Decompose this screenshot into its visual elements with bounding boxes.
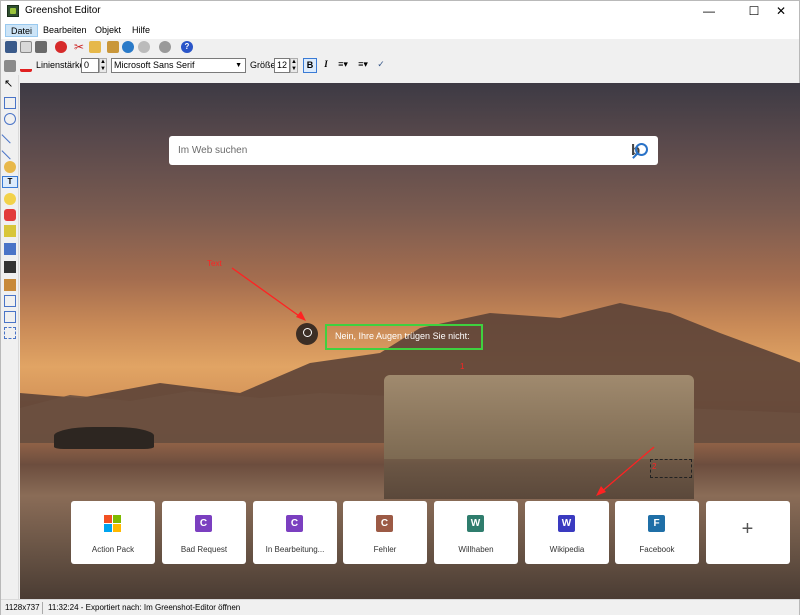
tools-sidebar: ↖ T <box>1 75 19 599</box>
quicklink-tile[interactable]: C Bad Request <box>162 501 246 564</box>
quicklink-tile[interactable]: W Wikipedia <box>525 501 609 564</box>
tile-label: Facebook <box>639 545 675 554</box>
size-label: Größe <box>250 60 276 70</box>
speechbubble-tool-icon[interactable] <box>4 193 16 205</box>
line-width-label: Linienstärke <box>36 60 85 70</box>
text-tool-icon[interactable]: T <box>2 176 18 188</box>
bold-button[interactable]: B <box>303 58 317 73</box>
menu-bar: Datei Bearbeiten Objekt Hilfe <box>1 22 799 39</box>
site-favicon-icon: F <box>648 515 665 532</box>
tile-label: Action Pack <box>91 545 135 554</box>
greenshot-app-icon <box>7 5 19 17</box>
island-trees <box>54 427 154 449</box>
cut-icon[interactable]: ✂ <box>73 41 85 53</box>
border-tool-icon[interactable] <box>4 311 16 323</box>
counter-annotation-1[interactable]: 1 <box>460 362 464 371</box>
main-toolbar: ✂ ? <box>1 39 799 56</box>
menu-datei[interactable]: Datei <box>5 24 39 37</box>
help-icon[interactable]: ? <box>181 41 193 53</box>
rotate-tool-icon[interactable] <box>4 295 16 307</box>
web-search-placeholder: Im Web suchen <box>178 145 248 156</box>
line-tool-icon[interactable] <box>1 126 19 144</box>
site-favicon-icon: C <box>286 515 303 532</box>
highlight-tool-icon[interactable] <box>4 225 16 237</box>
status-message: 11:32:24 - Exportiert nach: Im Greenshot… <box>48 603 241 612</box>
tile-label: Wikipedia <box>549 545 585 554</box>
menu-hilfe[interactable]: Hilfe <box>127 24 155 37</box>
undo-icon[interactable] <box>122 41 134 53</box>
close-document-icon[interactable] <box>55 41 67 53</box>
fill-color-icon[interactable] <box>4 60 16 72</box>
site-favicon-icon: W <box>467 515 484 532</box>
title-bar: Greenshot Editor — ☐ ✕ <box>1 1 799 22</box>
search-icon[interactable] <box>635 143 648 156</box>
crop-tool-icon[interactable] <box>4 261 16 273</box>
site-favicon-icon: C <box>195 515 212 532</box>
quicklink-tile[interactable]: W Willhaben <box>434 501 518 564</box>
save-icon[interactable] <box>5 41 17 53</box>
chevron-down-icon: ▼ <box>235 62 242 69</box>
paste-icon[interactable] <box>107 41 119 53</box>
quicklink-tile[interactable]: F Facebook <box>615 501 699 564</box>
size-input[interactable]: 12 <box>274 58 290 73</box>
site-favicon-icon: W <box>558 515 575 532</box>
red-arrow-annotation-2[interactable] <box>590 443 660 503</box>
font-select-value: Microsoft Sans Serif <box>114 60 195 70</box>
window-title: Greenshot Editor <box>25 5 101 16</box>
microsoft-logo-icon <box>104 515 121 532</box>
tile-label: In Bearbeitung... <box>265 545 325 554</box>
font-select[interactable]: Microsoft Sans Serif ▼ <box>111 58 246 73</box>
print-icon[interactable] <box>35 41 47 53</box>
redo-icon[interactable] <box>138 41 150 53</box>
resize-tool-icon[interactable] <box>4 327 16 339</box>
size-spinner[interactable]: ▲ ▼ <box>290 58 298 73</box>
italic-button[interactable]: I <box>319 58 333 73</box>
align-left-icon[interactable]: ≡▾ <box>335 58 351 73</box>
text-annotation-label[interactable]: Text <box>207 259 222 268</box>
quicklink-tile[interactable]: C In Bearbeitung... <box>253 501 337 564</box>
green-highlight-box[interactable]: Nein, Ihre Augen trügen Sie nicht: <box>325 324 483 350</box>
arrow-tool-icon[interactable] <box>1 142 19 160</box>
editor-canvas[interactable]: Im Web suchen b Text Nein, Ihre Augen tr… <box>20 83 800 599</box>
site-favicon-icon: C <box>376 515 393 532</box>
obfuscate-tool-icon[interactable] <box>4 243 16 255</box>
line-color-icon[interactable] <box>20 60 32 72</box>
copy-icon[interactable] <box>89 41 101 53</box>
clipboard-icon[interactable] <box>20 41 32 53</box>
plus-icon: + <box>741 518 754 540</box>
image-dimensions: 1128x737 <box>3 602 43 614</box>
red-arrow-annotation[interactable] <box>230 266 310 326</box>
ellipse-tool-icon[interactable] <box>4 113 16 125</box>
tile-label: Willhaben <box>458 545 494 554</box>
greenshot-editor-window: Greenshot Editor — ☐ ✕ Datei Bearbeiten … <box>0 0 800 615</box>
menu-objekt[interactable]: Objekt <box>90 24 126 37</box>
tile-label: Fehler <box>373 545 397 554</box>
rectangle-tool-icon[interactable] <box>4 97 16 109</box>
tile-label: Bad Request <box>180 545 228 554</box>
status-bar: 1128x737 11:32:24 - Exportiert nach: Im … <box>1 599 799 615</box>
line-width-spinner[interactable]: ▲ ▼ <box>99 58 107 73</box>
image-tool-icon[interactable] <box>4 279 16 291</box>
add-quicklink-tile[interactable]: + <box>706 501 790 564</box>
highlight-text: Nein, Ihre Augen trügen Sie nicht: <box>335 331 470 341</box>
align-vertical-icon[interactable]: ≡▾ <box>355 58 371 73</box>
settings-icon[interactable] <box>159 41 171 53</box>
close-button[interactable]: ✕ <box>763 1 799 22</box>
quicklink-tile[interactable]: C Fehler <box>343 501 427 564</box>
image-search-icon[interactable] <box>296 323 318 345</box>
menu-bearbeiten[interactable]: Bearbeiten <box>38 24 92 37</box>
shadow-icon[interactable]: ✓ <box>374 58 388 73</box>
cursor-tool-icon[interactable]: ↖ <box>4 79 16 91</box>
web-search-box[interactable]: Im Web suchen b <box>169 136 658 165</box>
format-toolbar: Linienstärke 0 ▲ ▼ Microsoft Sans Serif ▼… <box>1 56 799 75</box>
line-width-input[interactable]: 0 <box>81 58 99 73</box>
minimize-button[interactable]: — <box>691 1 727 22</box>
counter-tool-icon[interactable] <box>4 209 16 221</box>
freehand-tool-icon[interactable] <box>4 161 16 173</box>
quicklink-tile[interactable]: Action Pack <box>71 501 155 564</box>
